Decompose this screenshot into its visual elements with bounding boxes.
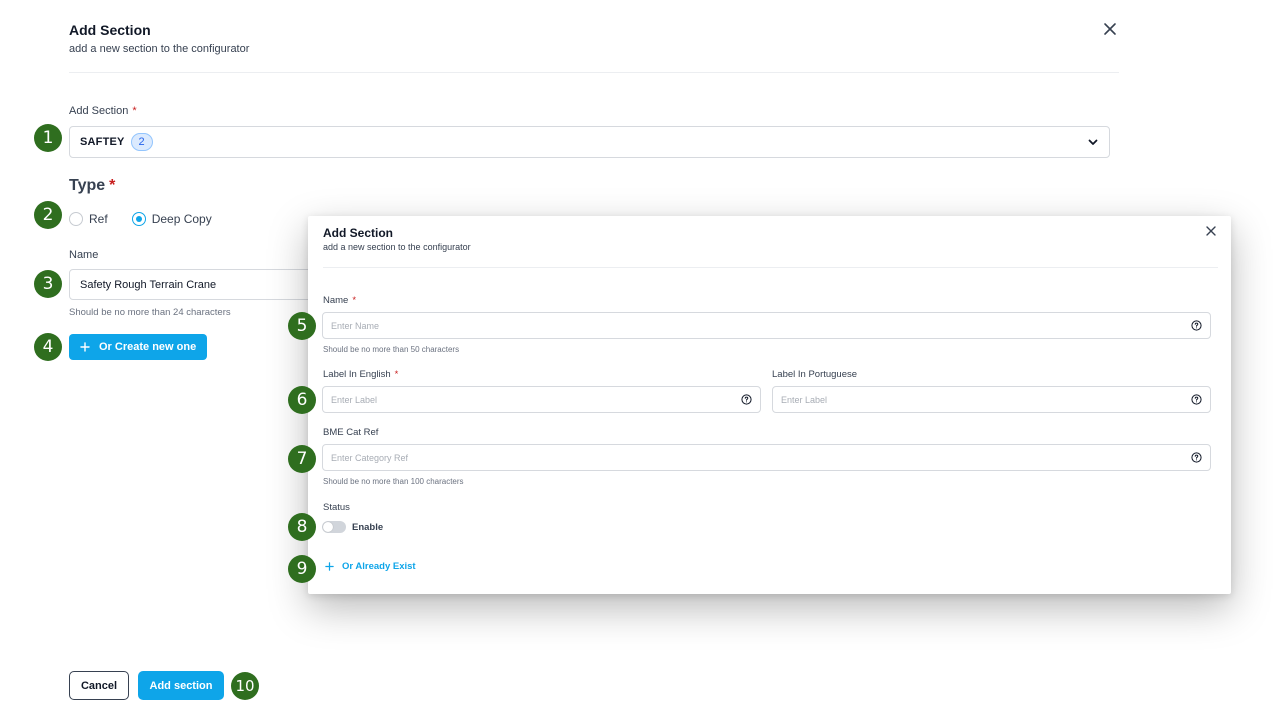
modal-name-label: Name * [323,295,356,306]
section-select[interactable]: SAFTEY 2 [69,126,1110,158]
page-title: Add Section [69,22,151,38]
help-icon[interactable] [1191,452,1202,463]
marker-4: 4 [34,333,62,361]
label-english-label: Label In English * [323,369,398,380]
radio-ref-label: Ref [89,212,108,226]
marker-5: 5 [288,312,316,340]
modal-close-icon[interactable] [1204,224,1218,238]
close-icon[interactable] [1101,20,1119,38]
bme-cat-ref-placeholder: Enter Category Ref [331,452,409,463]
marker-6: 6 [288,386,316,414]
bme-cat-ref-input[interactable]: Enter Category Ref [322,444,1211,471]
modal-title: Add Section [323,226,394,240]
label-english-placeholder: Enter Label [331,394,378,405]
marker-1: 1 [34,124,62,152]
marker-9: 9 [288,555,316,583]
required-mark: * [352,295,357,306]
bme-cat-ref-label: BME Cat Ref [323,427,379,438]
required-mark: * [132,105,137,117]
section-field-label-text: Add Section [69,105,129,117]
create-new-button-label: Or Create new one [99,341,197,353]
section-select-value: SAFTEY [80,136,125,148]
required-mark: * [394,369,399,380]
status-toggle-row: Enable [322,521,383,533]
name-hint: Should be no more than 24 characters [69,307,231,318]
radio-ref[interactable]: Ref [69,212,108,226]
marker-7: 7 [288,445,316,473]
type-heading-text: Type [69,177,106,194]
section-field-label: Add Section * [69,105,137,117]
marker-3: 3 [34,270,62,298]
label-portuguese-label: Label In Portuguese [772,369,858,380]
modal-divider [323,267,1218,268]
radio-deep-copy[interactable]: Deep Copy [131,212,212,226]
label-english-input[interactable]: Enter Label [322,386,761,413]
label-portuguese-input[interactable]: Enter Label [772,386,1211,413]
radio-deep-copy-circle[interactable] [131,212,146,226]
type-radio-group: Ref Deep Copy [69,212,228,226]
already-exist-link-label: Or Already Exist [342,561,416,572]
required-mark: * [109,177,116,194]
modal-name-placeholder: Enter Name [331,320,380,331]
already-exist-link[interactable]: Or Already Exist [325,561,416,572]
name-input[interactable]: Safety Rough Terrain Crane [69,269,314,300]
create-new-button[interactable]: Or Create new one [69,334,208,360]
help-icon[interactable] [741,394,752,405]
radio-ref-circle[interactable] [69,212,83,226]
status-toggle[interactable] [322,521,346,533]
type-heading: Type * [69,177,115,195]
add-section-button[interactable]: Add section [138,671,224,700]
cancel-button[interactable]: Cancel [69,671,129,700]
marker-10: 10 [231,672,259,700]
radio-deep-copy-label: Deep Copy [151,212,212,226]
marker-8: 8 [288,513,316,541]
help-icon[interactable] [1191,394,1202,405]
modal-subtitle: add a new section to the configurator [323,242,471,252]
status-label: Status [323,502,350,513]
modal-name-input[interactable]: Enter Name [322,312,1211,339]
label-english-label-text: Label In English [323,369,391,380]
status-toggle-label: Enable [352,521,384,533]
page-subtitle: add a new section to the configurator [69,43,250,55]
bme-cat-ref-hint: Should be no more than 100 characters [323,477,464,486]
plus-icon [325,562,334,571]
modal-name-label-text: Name [323,295,349,306]
plus-icon [80,342,90,352]
header-divider [69,72,1119,73]
count-badge: 2 [130,133,153,151]
label-portuguese-placeholder: Enter Label [781,394,828,405]
marker-2: 2 [34,201,62,229]
add-section-modal: Add Section add a new section to the con… [308,216,1231,594]
modal-name-hint: Should be no more than 50 characters [323,345,460,354]
chevron-down-icon[interactable] [1087,136,1099,148]
name-field-label: Name [69,249,99,261]
help-icon[interactable] [1191,320,1202,331]
